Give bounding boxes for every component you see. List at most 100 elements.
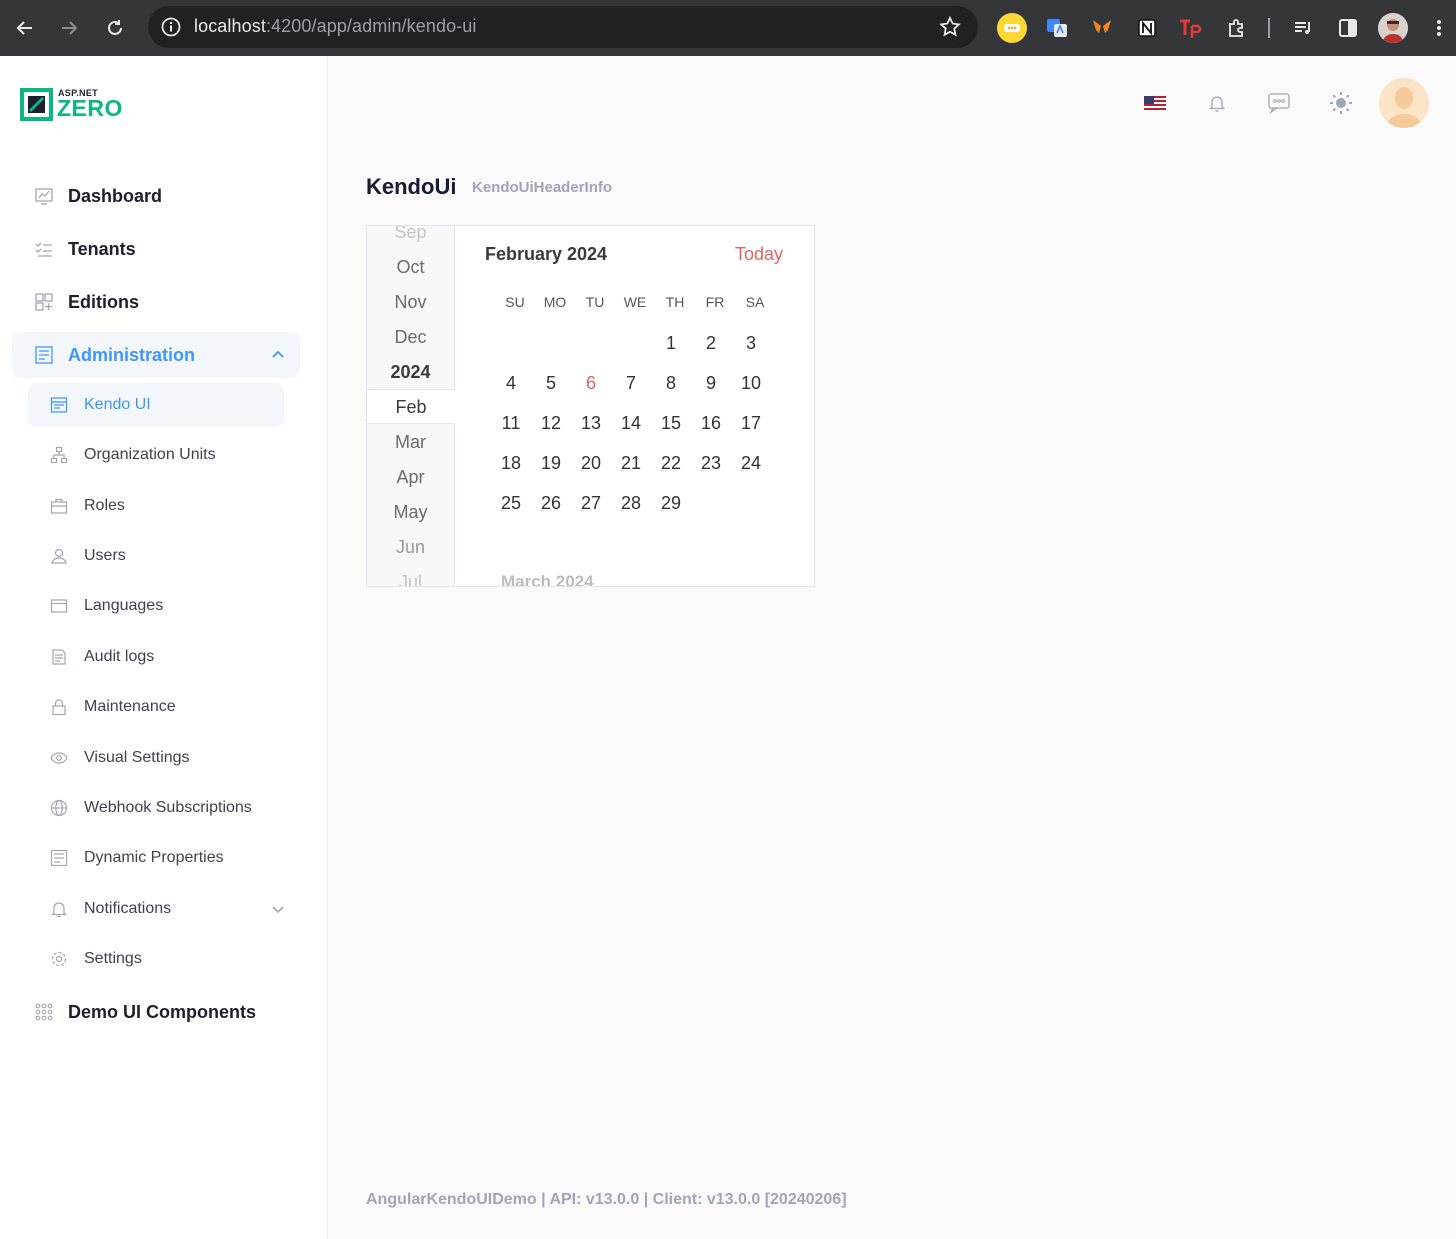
sidebar-item-label: Kendo UI: [84, 396, 151, 413]
sun-theme-icon[interactable]: [1327, 89, 1355, 117]
extensions-puzzle-icon[interactable]: [1222, 13, 1252, 43]
calendar-day[interactable]: 28: [611, 486, 651, 526]
calendar-day[interactable]: 29: [651, 486, 691, 526]
nav-year-item[interactable]: 2024: [367, 355, 454, 390]
weekday-header: TU: [585, 294, 605, 310]
calendar-day[interactable]: 17: [731, 406, 771, 446]
back-icon[interactable]: [9, 12, 41, 44]
list-check-icon: [35, 242, 52, 257]
side-panel-icon[interactable]: [1333, 13, 1363, 43]
nav-month-item[interactable]: Oct: [367, 250, 454, 285]
language-flag-icon[interactable]: [1141, 89, 1169, 117]
calendar-day[interactable]: 12: [531, 406, 571, 446]
calendar-day[interactable]: 22: [651, 446, 691, 486]
extension-password-icon[interactable]: [997, 13, 1027, 43]
sidebar-item-dashboard[interactable]: Dashboard: [12, 173, 300, 219]
sidebar-item-settings[interactable]: Settings: [28, 937, 284, 981]
chevron-up-icon[interactable]: [270, 347, 286, 363]
calendar-navigation[interactable]: Sep Oct Nov Dec 2024 Feb Mar Apr May Jun…: [367, 226, 455, 586]
sidebar-item-label: Editions: [68, 291, 139, 312]
nav-month-item[interactable]: Apr: [367, 460, 454, 495]
sidebar-item-label: Dashboard: [68, 185, 163, 206]
gear-icon: [51, 951, 67, 967]
calendar-day[interactable]: 9: [691, 366, 731, 406]
calendar-day[interactable]: 16: [691, 406, 731, 446]
app-logo[interactable]: ASP.NET ZERO: [20, 88, 130, 122]
calendar-day[interactable]: 20: [571, 446, 611, 486]
extension-notion-icon[interactable]: [1132, 13, 1162, 43]
nav-month-item[interactable]: Nov: [367, 285, 454, 320]
sidebar-item-administration[interactable]: Administration: [12, 332, 300, 378]
nav-month-item[interactable]: Jul: [367, 565, 454, 586]
sidebar-item-dynamic-properties[interactable]: Dynamic Properties: [28, 836, 284, 880]
weekday-header: TH: [665, 294, 685, 310]
nav-month-item[interactable]: Sep: [367, 226, 454, 250]
calendar-day[interactable]: 24: [731, 446, 771, 486]
sidebar-item-maintenance[interactable]: Maintenance: [28, 685, 284, 729]
calendar-day[interactable]: 10: [731, 366, 771, 406]
address-bar[interactable]: localhost:4200/app/admin/kendo-ui: [148, 6, 978, 48]
media-controls-icon[interactable]: [1288, 13, 1318, 43]
calendar-title[interactable]: February 2024: [485, 244, 607, 265]
calendar-day[interactable]: 14: [611, 406, 651, 446]
forward-icon[interactable]: [53, 12, 85, 44]
url-text[interactable]: localhost:4200/app/admin/kendo-ui: [194, 16, 477, 37]
extension-metamask-icon[interactable]: [1087, 13, 1117, 43]
sidebar-item-tenants[interactable]: Tenants: [12, 226, 300, 272]
calendar-day[interactable]: 15: [651, 406, 691, 446]
eye-icon: [50, 752, 68, 764]
calendar-day[interactable]: 27: [571, 486, 611, 526]
nav-month-item[interactable]: Mar: [367, 425, 454, 460]
dots-grid-icon: [35, 1003, 53, 1021]
sidebar-item-organization-units[interactable]: Organization Units: [28, 433, 284, 477]
calendar-day[interactable]: 7: [611, 366, 651, 406]
extension-translate-icon[interactable]: [1042, 13, 1072, 43]
calendar-day[interactable]: 19: [531, 446, 571, 486]
calendar-day[interactable]: 26: [531, 486, 571, 526]
calendar-day[interactable]: 8: [651, 366, 691, 406]
nav-month-item-selected[interactable]: Feb: [367, 389, 455, 424]
bell-icon[interactable]: [1203, 89, 1231, 117]
sidebar-item-roles[interactable]: Roles: [28, 484, 284, 528]
browser-window-icon: [50, 599, 68, 613]
site-info-icon[interactable]: [160, 16, 182, 38]
sidebar-item-notifications[interactable]: Notifications: [28, 887, 284, 931]
chat-icon[interactable]: [1265, 89, 1293, 117]
sidebar-item-editions[interactable]: Editions: [12, 279, 300, 325]
calendar-day[interactable]: 11: [491, 406, 531, 446]
nav-month-item[interactable]: Jun: [367, 530, 454, 565]
calendar-day[interactable]: 1: [651, 326, 691, 366]
sidebar-item-webhook-subscriptions[interactable]: Webhook Subscriptions: [28, 786, 284, 830]
calendar-day[interactable]: 21: [611, 446, 651, 486]
kendo-calendar: Sep Oct Nov Dec 2024 Feb Mar Apr May Jun…: [366, 225, 815, 587]
weekday-header: SA: [745, 294, 765, 310]
calendar-day[interactable]: 18: [491, 446, 531, 486]
sidebar-item-audit-logs[interactable]: Audit logs: [28, 635, 284, 679]
footer-version: AngularKendoUIDemo | API: v13.0.0 | Clie…: [366, 1191, 847, 1208]
sidebar-item-languages[interactable]: Languages: [28, 584, 284, 628]
calendar-day[interactable]: 3: [731, 326, 771, 366]
chevron-down-icon[interactable]: [270, 901, 286, 917]
sidebar-item-visual-settings[interactable]: Visual Settings: [28, 736, 284, 780]
today-button[interactable]: Today: [735, 244, 783, 265]
sidebar-item-demo-ui-components[interactable]: Demo UI Components: [12, 989, 300, 1035]
calendar-day[interactable]: 25: [491, 486, 531, 526]
calendar-day-today[interactable]: 6: [571, 366, 611, 406]
nav-month-item[interactable]: Dec: [367, 320, 454, 355]
nav-month-item[interactable]: May: [367, 495, 454, 530]
calendar-day[interactable]: 13: [571, 406, 611, 446]
sidebar-item-label: Audit logs: [84, 648, 155, 665]
calendar-day[interactable]: 5: [531, 366, 571, 406]
profile-avatar-icon[interactable]: [1378, 13, 1408, 43]
browser-menu-icon[interactable]: [1424, 13, 1454, 43]
extension-tp-icon[interactable]: [1176, 13, 1206, 43]
calendar-day[interactable]: 4: [491, 366, 531, 406]
sidebar-item-kendo-ui[interactable]: Kendo UI: [28, 383, 284, 427]
sidebar-item-label: Organization Units: [84, 446, 216, 463]
calendar-day[interactable]: 2: [691, 326, 731, 366]
reload-icon[interactable]: [99, 12, 131, 44]
user-avatar[interactable]: [1379, 78, 1429, 128]
sidebar-item-users[interactable]: Users: [28, 534, 284, 578]
bookmark-star-icon[interactable]: [938, 15, 962, 39]
calendar-day[interactable]: 23: [691, 446, 731, 486]
